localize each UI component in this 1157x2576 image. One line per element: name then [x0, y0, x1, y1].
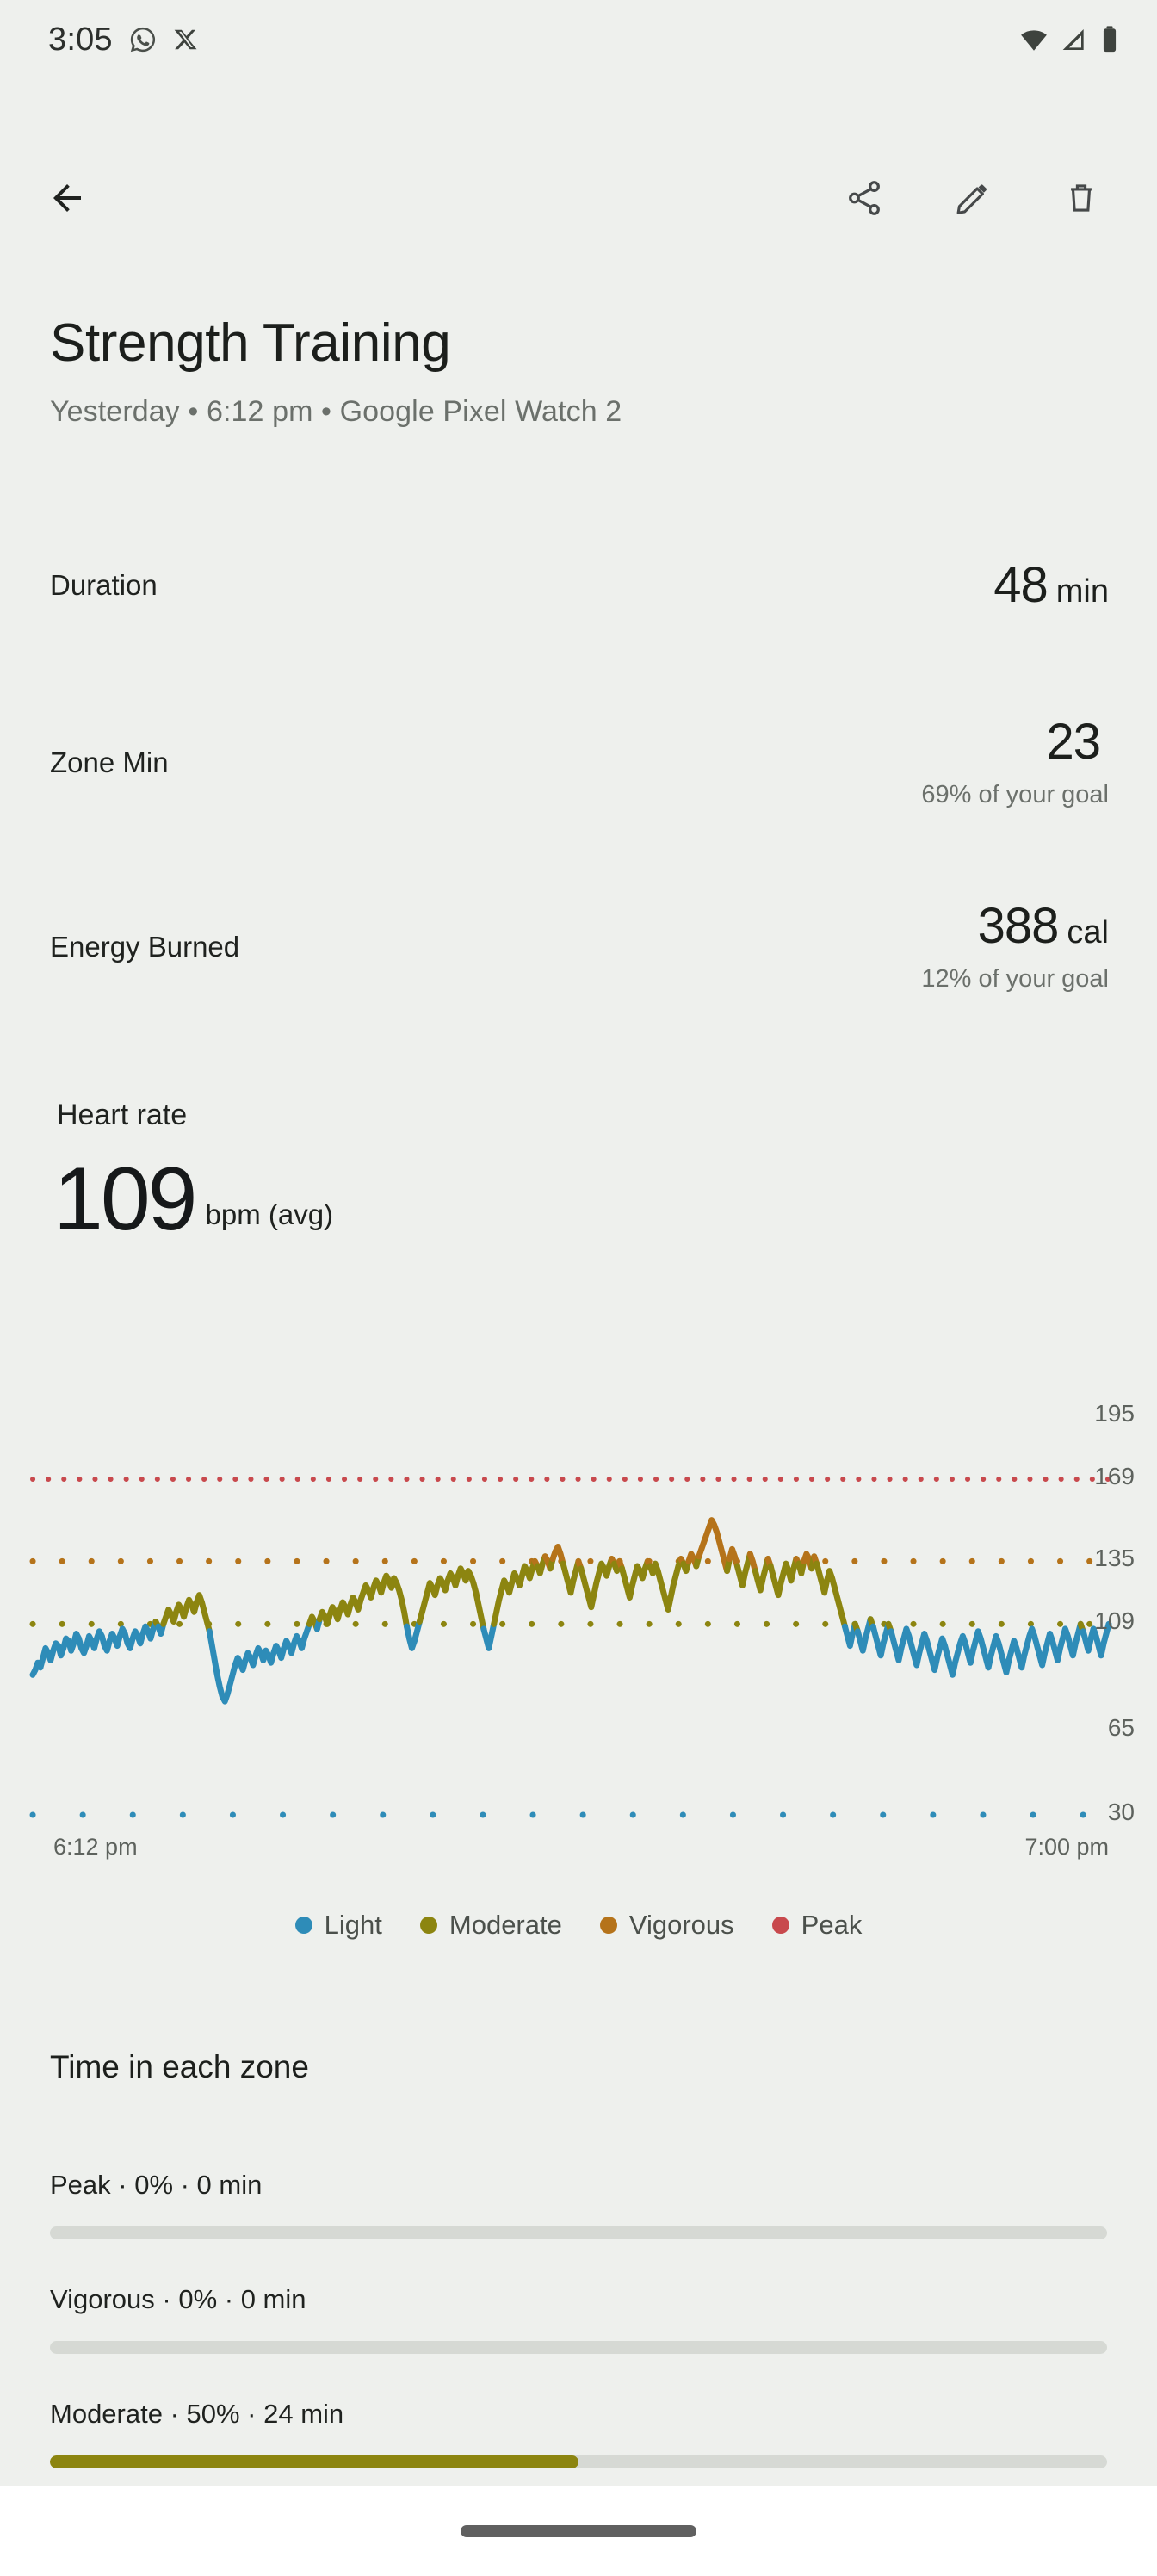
heart-rate-series-segment [622, 1561, 648, 1597]
share-icon[interactable] [837, 170, 892, 226]
legend-dot-icon [420, 1917, 437, 1934]
heart-rate-unit: bpm (avg) [206, 1198, 334, 1230]
heart-rate-chart[interactable] [0, 1403, 1157, 1851]
zone-progress-track [50, 2455, 1107, 2468]
zone-row-moderate[interactable]: Moderate · 50% · 24 min [0, 2399, 1157, 2468]
zones-list: Peak · 0% · 0 min Vigorous · 0% · 0 min … [0, 2170, 1157, 2513]
y-axis-label-109: 109 [1094, 1607, 1135, 1635]
workout-detail-screen: 3:05 [0, 0, 1157, 2576]
legend-label: Light [325, 1910, 382, 1941]
heart-rate-series-segment [494, 1561, 535, 1624]
zone-progress-fill [50, 2455, 578, 2468]
legend-label: Vigorous [629, 1910, 734, 1941]
heart-rate-series-segment [817, 1564, 845, 1626]
stat-label: Energy Burned [50, 931, 239, 963]
status-bar-clock: 3:05 [48, 22, 113, 59]
legend-item-peak[interactable]: Peak [772, 1910, 863, 1941]
stat-goal-text: 69% of your goal [921, 781, 1109, 809]
stat-number: 48 [993, 557, 1048, 613]
stat-row-zone-min: Zone Min 23 69% of your goal [0, 703, 1157, 823]
heart-rate-series-segment [209, 1624, 309, 1701]
stat-right: 388cal 12% of your goal [921, 901, 1109, 994]
heart-rate-series-segment [699, 1520, 727, 1571]
zone-label: Moderate · 50% · 24 min [50, 2399, 1107, 2430]
heart-rate-value: 109 [53, 1149, 195, 1249]
stat-right: 23 69% of your goal [921, 717, 1109, 809]
y-axis-label-195: 195 [1094, 1400, 1135, 1427]
legend-dot-icon [295, 1917, 312, 1934]
zone-progress-track [50, 2226, 1107, 2239]
y-axis-label-30: 30 [1108, 1799, 1135, 1826]
header: Strength Training Yesterday • 6:12 pm • … [50, 315, 1109, 429]
legend-dot-icon [600, 1917, 617, 1934]
home-gesture-pill[interactable] [461, 2525, 696, 2537]
heart-rate-average: 109bpm (avg) [53, 1155, 1157, 1244]
zone-row-vigorous[interactable]: Vigorous · 0% · 0 min [0, 2284, 1157, 2354]
heart-rate-series-segment [33, 1622, 156, 1675]
stat-unit: cal [1067, 914, 1109, 951]
legend-label: Peak [801, 1910, 863, 1941]
back-button[interactable] [40, 170, 95, 226]
heart-rate-series-segment [164, 1595, 210, 1632]
heart-rate-series-segment [319, 1576, 406, 1626]
stat-goal-text: 12% of your goal [921, 965, 1109, 994]
edit-pencil-icon[interactable] [945, 170, 1000, 226]
heart-rate-series-segment [873, 1624, 888, 1655]
cellular-signal-icon [1061, 26, 1088, 53]
legend-item-vigorous[interactable]: Vigorous [600, 1910, 734, 1941]
stat-row-duration: Duration 48min [0, 542, 1157, 629]
status-bar-right [1019, 25, 1119, 54]
heart-rate-series-segment [484, 1624, 494, 1648]
zone-label: Vigorous · 0% · 0 min [50, 2284, 1107, 2315]
stat-label: Zone Min [50, 746, 169, 779]
system-navigation-bar [0, 2486, 1157, 2576]
delete-trash-icon[interactable] [1054, 170, 1109, 226]
heart-rate-series-segment [755, 1559, 768, 1590]
page-title: Strength Training [50, 315, 1109, 373]
stat-unit: min [1056, 573, 1109, 610]
summary-stats: Duration 48min Zone Min 23 69% of your g… [0, 542, 1157, 1007]
heart-rate-series-segment [770, 1559, 796, 1595]
y-axis-label-135: 135 [1094, 1545, 1135, 1572]
heart-rate-section: Heart rate 109bpm (avg) [0, 1099, 1157, 1244]
legend-label: Moderate [449, 1910, 562, 1941]
zone-progress-track [50, 2341, 1107, 2354]
x-axis-start-time: 6:12 pm [53, 1834, 138, 1861]
stat-right: 48min [993, 560, 1109, 610]
heart-rate-title: Heart rate [57, 1099, 1157, 1132]
heart-rate-series-segment [419, 1569, 483, 1629]
stat-number: 388 [978, 898, 1059, 954]
heart-rate-series-segment [563, 1561, 578, 1592]
battery-icon [1100, 25, 1119, 54]
chart-legend: Light Moderate Vigorous Peak [0, 1910, 1157, 1941]
legend-dot-icon [772, 1917, 789, 1934]
heart-rate-series-segment [891, 1624, 1080, 1675]
heart-rate-series-segment [650, 1559, 681, 1610]
y-axis-label-169: 169 [1094, 1463, 1135, 1490]
y-axis-label-65: 65 [1108, 1714, 1135, 1742]
zone-label: Peak · 0% · 0 min [50, 2170, 1107, 2201]
heart-rate-series-segment [857, 1619, 870, 1650]
stat-row-energy-burned: Energy Burned 388cal 12% of your goal [0, 887, 1157, 1007]
stat-label: Duration [50, 569, 158, 602]
zone-row-peak[interactable]: Peak · 0% · 0 min [0, 2170, 1157, 2239]
legend-item-moderate[interactable]: Moderate [420, 1910, 562, 1941]
app-bar-actions [837, 170, 1109, 226]
status-bar: 3:05 [0, 0, 1157, 79]
legend-item-light[interactable]: Light [295, 1910, 382, 1941]
whatsapp-icon [128, 25, 158, 54]
x-twitter-icon [173, 27, 199, 53]
stat-number: 23 [1046, 714, 1100, 770]
wifi-icon [1019, 25, 1049, 54]
x-axis-end-time: 7:00 pm [1024, 1834, 1109, 1861]
status-bar-left: 3:05 [48, 22, 199, 59]
app-bar [0, 146, 1157, 250]
heart-rate-series-segment [581, 1559, 612, 1607]
zones-section-title: Time in each zone [50, 2049, 309, 2085]
heart-rate-series-segment [737, 1554, 750, 1585]
page-subtitle: Yesterday • 6:12 pm • Google Pixel Watch… [50, 395, 1109, 429]
heart-rate-chart-svg [0, 1403, 1157, 1834]
